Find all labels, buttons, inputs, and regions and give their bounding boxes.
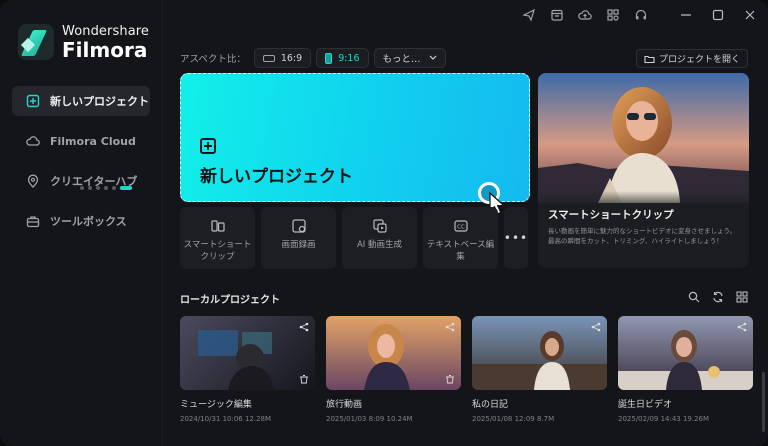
tool-smart-short-clip[interactable]: スマートショートクリップ (180, 207, 255, 269)
project-card[interactable]: ミュージック編集 2024/10/31 10:06 12.28M (180, 316, 315, 423)
promo-title: スマートショートクリップ (548, 209, 674, 221)
promo-image (538, 73, 749, 203)
smart-clip-promo-card[interactable]: スマートショートクリップ 長い動画を簡単に魅力的なショートビデオに変身させましょ… (538, 73, 749, 268)
new-project-card[interactable]: 新しいプロジェクト (180, 73, 530, 202)
maximize-icon[interactable] (712, 8, 724, 22)
carousel-dot[interactable] (88, 186, 92, 190)
carousel-dot[interactable] (104, 186, 108, 190)
brand-line1: Wondershare (62, 23, 150, 39)
local-projects-title: ローカルプロジェクト (180, 295, 280, 306)
share-icon[interactable] (591, 322, 601, 332)
project-meta: 2025/01/08 12:09 8.7M (472, 415, 555, 423)
tool-screen-record[interactable]: 画面録画 (261, 207, 336, 269)
folder-icon (644, 54, 655, 64)
share-icon[interactable] (737, 322, 747, 332)
trash-icon[interactable] (299, 374, 309, 384)
svg-text:CC: CC (457, 225, 465, 231)
project-card[interactable]: 誕生日ビデオ 2025/02/09 14:43 19.26M (618, 316, 753, 423)
project-thumbnail[interactable] (472, 316, 607, 390)
new-project-icon (26, 94, 40, 108)
sidebar-item-filmora-cloud[interactable]: Filmora Cloud (12, 126, 150, 156)
project-card[interactable]: 旅行動画 2025/01/03 8:09 10.24M (326, 316, 461, 423)
trash-icon[interactable] (445, 374, 455, 384)
local-projects-toolbar (688, 291, 748, 303)
aspect-9-16-button[interactable]: 9:16 (316, 48, 369, 68)
tool-ai-video[interactable]: AI 動画生成 (342, 207, 417, 269)
sidebar-nav: 新しいプロジェクト Filmora Cloud クリエイターハブ ツールボックス (12, 86, 150, 246)
brand-line2: Filmora (62, 37, 148, 62)
project-list: ミュージック編集 2024/10/31 10:06 12.28M 旅行動画 20… (180, 316, 753, 423)
project-meta: 2024/10/31 10:06 12.28M (180, 415, 272, 423)
sidebar-item-new-project[interactable]: 新しいプロジェクト (12, 86, 150, 116)
top-toolbar (522, 8, 648, 22)
sidebar-item-toolbox[interactable]: ツールボックス (12, 206, 150, 236)
tool-text-based-edit[interactable]: CC テキストベース編集 (423, 207, 498, 269)
vertical-scrollbar[interactable] (762, 372, 765, 432)
carousel-dots (80, 186, 132, 190)
project-name: 旅行動画 (326, 400, 363, 410)
project-meta: 2025/02/09 14:43 19.26M (618, 415, 710, 423)
sidebar-item-label: ツールボックス (50, 215, 127, 228)
sidebar: Wondershare Filmora 新しいプロジェクト Filmora Cl… (0, 0, 163, 446)
cc-icon: CC (453, 218, 469, 234)
new-project-title: 新しいプロジェクト (200, 167, 353, 187)
search-icon[interactable] (688, 291, 700, 303)
share-icon[interactable] (445, 322, 455, 332)
refresh-icon[interactable] (712, 291, 724, 303)
share-icon[interactable] (299, 322, 309, 332)
carousel-dot-active[interactable] (120, 186, 132, 190)
project-name: 私の日記 (472, 400, 509, 410)
aspect-ratio-label: アスペクト比： (180, 54, 246, 65)
aspect-ratio-bar: アスペクト比： 16:9 9:16 もっと… (180, 48, 451, 68)
grid-icon[interactable] (606, 8, 620, 22)
carousel-dot[interactable] (96, 186, 100, 190)
sidebar-item-label: Filmora Cloud (50, 134, 136, 148)
portrait-icon (325, 52, 333, 64)
filmora-window: Wondershare Filmora 新しいプロジェクト Filmora Cl… (0, 0, 768, 446)
headset-icon[interactable] (634, 8, 648, 22)
open-project-button[interactable]: プロジェクトを開く (635, 49, 748, 68)
sidebar-item-creator-hub[interactable]: クリエイターハブ (12, 166, 150, 196)
project-thumbnail[interactable] (326, 316, 461, 390)
screen-record-icon (291, 218, 307, 234)
cloud-icon (26, 134, 40, 148)
carousel-dot[interactable] (80, 186, 84, 190)
carousel-dot[interactable] (112, 186, 116, 190)
project-name: 誕生日ビデオ (618, 400, 673, 410)
project-meta: 2025/01/03 8:09 10.24M (326, 415, 413, 423)
quick-tools: スマートショートクリップ 画面録画 AI 動画生成 CC テキストベース編集 •… (180, 207, 528, 269)
project-card[interactable]: 私の日記 2025/01/08 12:09 8.7M (472, 316, 607, 423)
send-icon[interactable] (522, 8, 536, 22)
aspect-16-9-button[interactable]: 16:9 (253, 48, 312, 68)
landscape-icon (262, 54, 275, 62)
more-tools-button[interactable]: ••• (504, 207, 528, 269)
chevron-down-icon (429, 55, 437, 61)
logo: Wondershare Filmora (18, 24, 149, 60)
project-thumbnail[interactable] (180, 316, 315, 390)
project-name: ミュージック編集 (180, 400, 252, 410)
grid-view-icon[interactable] (736, 291, 748, 303)
cloud-upload-icon[interactable] (578, 8, 592, 22)
calendar-icon[interactable] (550, 8, 564, 22)
sidebar-item-label: 新しいプロジェクト (50, 95, 149, 108)
ai-video-icon (372, 218, 388, 234)
aspect-more-dropdown[interactable]: もっと… (373, 48, 446, 68)
window-controls (680, 8, 756, 22)
close-icon[interactable] (744, 8, 756, 22)
filmora-logo-icon (18, 24, 54, 60)
project-thumbnail[interactable] (618, 316, 753, 390)
minimize-icon[interactable] (680, 8, 692, 22)
promo-description: 長い動画を簡単に魅力的なショートビデオに変身させましょう。最高の瞬間をカット、ト… (548, 227, 737, 245)
location-pin-icon (26, 174, 40, 188)
plus-icon (200, 138, 216, 154)
promo-info: スマートショートクリップ 長い動画を簡単に魅力的なショートビデオに変身させましょ… (538, 191, 749, 268)
smart-clip-icon (210, 218, 226, 234)
toolbox-icon (26, 214, 40, 228)
